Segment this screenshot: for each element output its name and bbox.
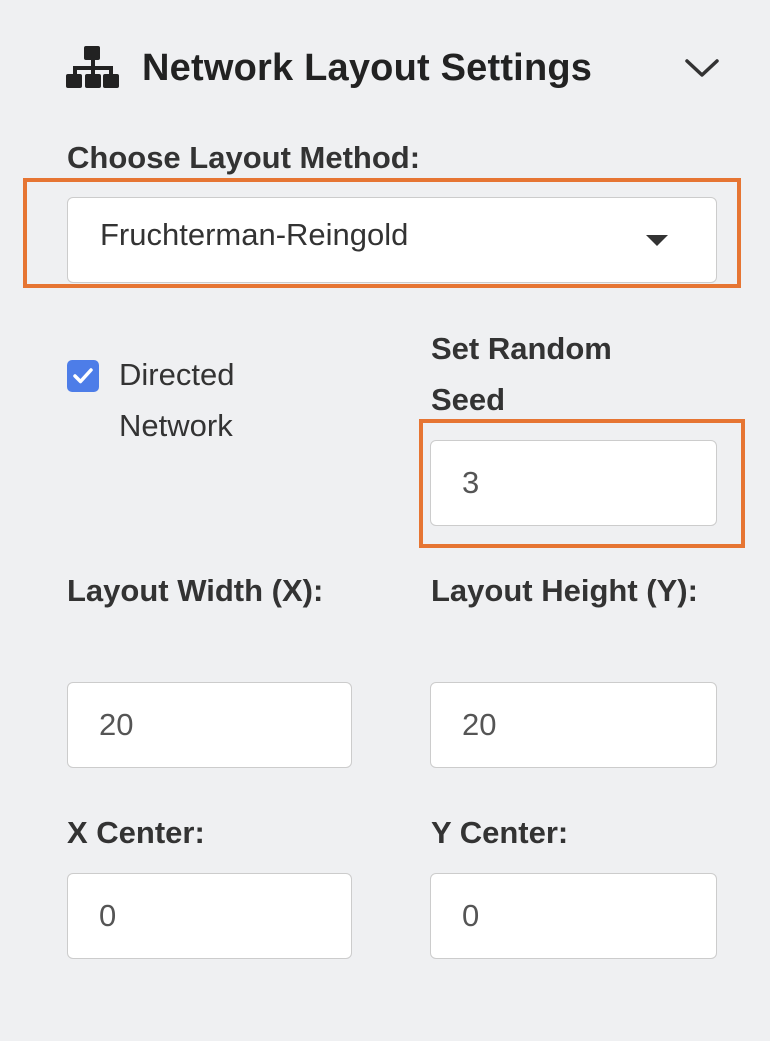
layout-height-label: Layout Height (Y): (431, 573, 698, 608)
x-center-input[interactable] (67, 873, 352, 959)
chevron-down-icon[interactable] (682, 52, 722, 84)
caret-down-icon (646, 235, 668, 246)
directed-network-checkbox[interactable]: Directed Network (67, 349, 397, 451)
random-seed-input[interactable] (430, 440, 717, 526)
y-center-input[interactable] (430, 873, 717, 959)
layout-height-input[interactable] (430, 682, 717, 768)
network-layout-settings-panel: Network Layout Settings Choose Layout Me… (0, 0, 770, 1041)
random-seed-label: Set Random Seed (431, 331, 612, 417)
directed-network-label: Directed Network (119, 357, 235, 443)
checkmark-icon[interactable] (67, 360, 99, 392)
settings-title: Network Layout Settings (142, 46, 593, 89)
layout-method-select[interactable]: Fruchterman-Reingold (67, 197, 717, 283)
x-center-label: X Center: (67, 815, 205, 850)
layout-width-input[interactable] (67, 682, 352, 768)
settings-header[interactable]: Network Layout Settings (66, 40, 726, 96)
y-center-label: Y Center: (431, 815, 569, 850)
layout-width-label: Layout Width (X): (67, 573, 324, 608)
layout-method-selected-value: Fruchterman-Reingold (100, 217, 409, 252)
layout-method-label: Choose Layout Method: (67, 140, 421, 175)
sitemap-icon (66, 46, 120, 90)
